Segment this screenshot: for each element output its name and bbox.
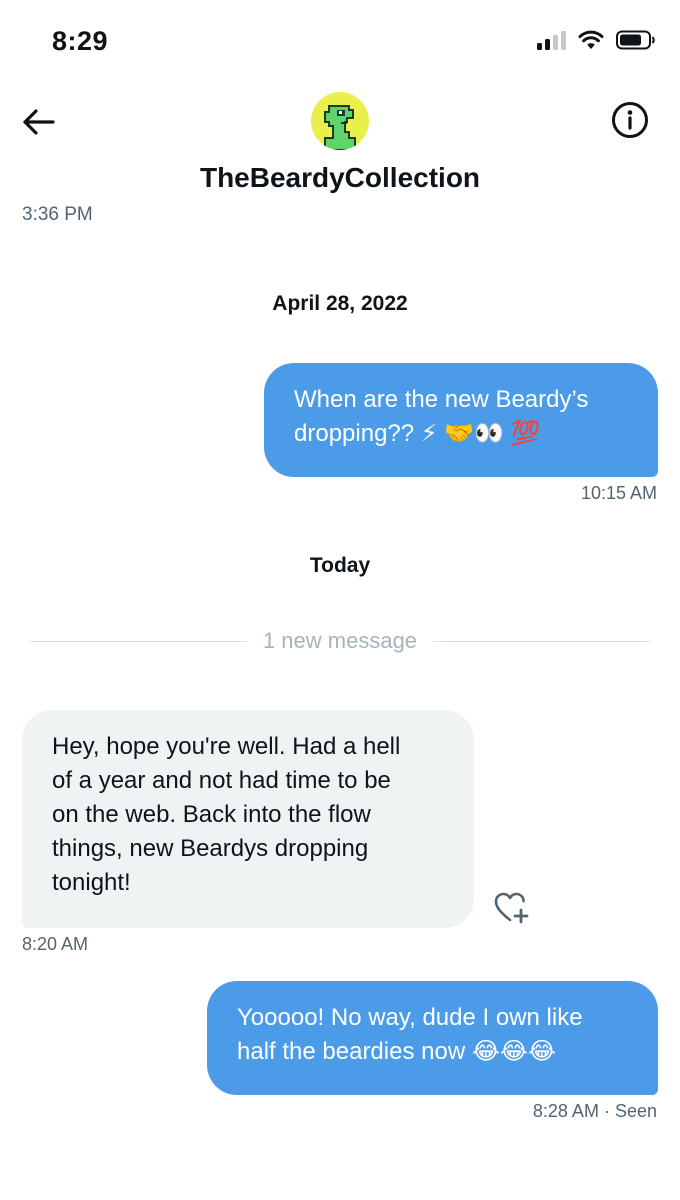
outgoing-message-bubble[interactable]: When are the new Beardy’s dropping?? ⚡ 🤝… bbox=[264, 363, 658, 477]
earlier-message-timestamp: 3:36 PM bbox=[22, 204, 93, 225]
message-text-line: dropping?? ⚡ 🤝👀 💯 bbox=[294, 420, 541, 447]
avatar[interactable] bbox=[311, 92, 369, 150]
pixel-beardy-avatar-icon bbox=[311, 92, 369, 150]
message-text-line: things, new Beardys dropping bbox=[52, 835, 369, 862]
outgoing-message-bubble[interactable]: Yooooo! No way, dude I own like half the… bbox=[207, 981, 658, 1095]
message-text-line: of a year and not had time to be bbox=[52, 767, 391, 794]
message-text-line: tonight! bbox=[52, 869, 131, 896]
new-message-divider: 1 new message bbox=[30, 624, 650, 658]
message-timestamp: 8:20 AM bbox=[22, 934, 89, 954]
status-time: 8:29 bbox=[52, 26, 109, 56]
info-button[interactable] bbox=[610, 100, 650, 140]
message-text-line: Hey, hope you're well. Had a hell bbox=[52, 733, 401, 760]
cellular-signal-icon bbox=[537, 30, 566, 50]
message-meta: 8:28 AM · Seen bbox=[533, 1101, 657, 1122]
wifi-icon bbox=[578, 30, 604, 49]
message-text-line: on the web. Back into the flow bbox=[52, 801, 371, 828]
divider-line bbox=[433, 640, 650, 642]
back-button[interactable] bbox=[18, 102, 58, 142]
date-separator: April 28, 2022 bbox=[272, 292, 408, 315]
divider-line bbox=[30, 640, 247, 642]
new-message-label: 1 new message bbox=[262, 628, 418, 653]
message-text-line: half the beardies now 😂😂😂 bbox=[237, 1038, 556, 1065]
heart-plus-icon bbox=[494, 892, 529, 924]
add-reaction-button[interactable] bbox=[494, 890, 532, 926]
status-bar: 8:29 bbox=[0, 0, 680, 80]
contact-name[interactable]: TheBeardyCollection bbox=[0, 162, 680, 194]
message-text-line: When are the new Beardy’s bbox=[294, 386, 589, 413]
message-timestamp: 8:28 AM bbox=[532, 1101, 599, 1121]
battery-icon bbox=[616, 30, 655, 50]
arrow-left-icon bbox=[23, 109, 55, 135]
conversation-header: TheBeardyCollection bbox=[0, 80, 680, 210]
message-timestamp: 10:15 AM bbox=[580, 483, 657, 503]
status-icons bbox=[537, 30, 656, 50]
info-circle-icon bbox=[612, 102, 648, 138]
incoming-message-bubble[interactable]: Hey, hope you're well. Had a hell of a y… bbox=[22, 710, 474, 928]
seen-status: · Seen bbox=[603, 1101, 657, 1121]
date-separator: Today bbox=[309, 554, 371, 577]
message-text-line: Yooooo! No way, dude I own like bbox=[237, 1004, 583, 1031]
